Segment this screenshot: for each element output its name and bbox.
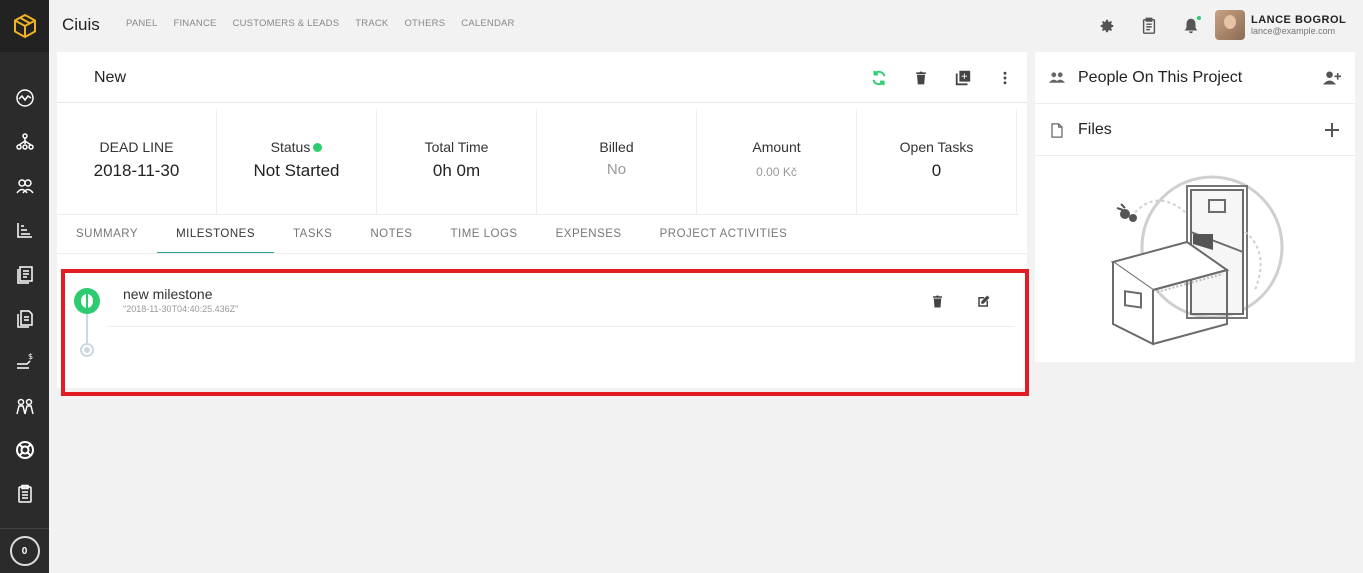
project-title: New [94, 69, 127, 86]
file-icon [1048, 121, 1066, 139]
stat-status: Status Not Started [217, 109, 377, 214]
people-icon [1048, 69, 1066, 87]
tab-notes[interactable]: NOTES [351, 215, 431, 253]
top-actions [1095, 14, 1203, 38]
tab-milestones[interactable]: MILESTONES [157, 215, 274, 253]
nav-expenses[interactable]: $ [0, 340, 49, 384]
project-stats: DEAD LINE 2018-11-30 Status Not Started … [57, 109, 1019, 215]
stat-label: Billed [599, 139, 634, 155]
stat-value: Not Started [253, 161, 340, 180]
nav-organization[interactable] [0, 120, 49, 164]
cube-logo-icon [13, 14, 36, 38]
stat-value: No [606, 161, 627, 178]
top-navigation: PANEL FINANCE CUSTOMERS & LEADS TRACK OT… [126, 18, 515, 29]
notifications-button[interactable] [1179, 14, 1203, 38]
nav-activity[interactable] [0, 76, 49, 120]
topnav-calendar[interactable]: CALENDAR [461, 18, 514, 29]
nav-clipboard[interactable] [0, 472, 49, 516]
more-vertical-icon [1003, 71, 1007, 85]
stat-billed: Billed No [537, 109, 697, 214]
topnav-track[interactable]: TRACK [355, 18, 388, 29]
invoices-icon [16, 266, 33, 284]
stat-label: Total Time [424, 139, 489, 155]
todo-button[interactable] [1137, 14, 1161, 38]
staff-icon [15, 398, 34, 415]
topnav-others[interactable]: OTHERS [404, 18, 445, 29]
stat-label: Amount [752, 139, 801, 155]
nav-documents[interactable] [0, 296, 49, 340]
clipboard-icon [17, 484, 32, 503]
convert-refresh-button[interactable] [867, 66, 891, 90]
tab-tasks[interactable]: TASKS [274, 215, 351, 253]
project-tabs: SUMMARY MILESTONES TASKS NOTES TIME LOGS… [57, 215, 1027, 254]
project-header: New [57, 52, 1027, 103]
brand-name: Ciuis [62, 15, 100, 34]
files-label: Files [1078, 121, 1112, 138]
stat-amount: Amount 0.00 Kč [697, 109, 857, 214]
tab-summary[interactable]: SUMMARY [57, 215, 157, 253]
stat-value: 0h 0m [432, 161, 481, 180]
stat-deadline: DEAD LINE 2018-11-30 [57, 109, 217, 214]
expenses-icon: $ [16, 352, 33, 369]
top-bar: Ciuis PANEL FINANCE CUSTOMERS & LEADS TR… [49, 0, 1363, 52]
status-dot [313, 143, 323, 152]
notification-dot [1197, 16, 1201, 20]
people-section: People On This Project [1035, 52, 1355, 104]
trash-icon [916, 71, 926, 85]
nav-customers[interactable] [0, 164, 49, 208]
stat-label: Status [270, 139, 311, 155]
people-label: People On This Project [1078, 69, 1243, 86]
highlight-box [61, 269, 1029, 396]
tab-expenses[interactable]: EXPENSES [537, 215, 641, 253]
nav-invoices[interactable] [0, 252, 49, 296]
add-person-button[interactable] [1321, 67, 1343, 89]
user-email: lance@example.com [1251, 26, 1336, 36]
refresh-icon [872, 70, 886, 86]
svg-text:$: $ [28, 352, 33, 361]
activity-icon [15, 89, 34, 107]
add-copy-button[interactable] [951, 66, 975, 90]
nav-projects[interactable] [0, 208, 49, 252]
stat-value: 0.00 Kč [756, 165, 797, 179]
plus-icon [1325, 123, 1339, 137]
org-chart-icon [15, 133, 34, 150]
stat-open-tasks: Open Tasks 0 [857, 109, 1017, 214]
app-logo[interactable] [0, 0, 49, 52]
clipboard-list-icon [1142, 17, 1156, 34]
library-add-icon [955, 70, 971, 86]
file-cabinet-illustration-icon [1110, 175, 1284, 346]
add-file-button[interactable] [1321, 119, 1343, 141]
stat-value: 0 [931, 161, 942, 180]
timer-counter[interactable]: 0 [9, 536, 40, 566]
empty-files-illustration [1095, 172, 1295, 352]
settings-button[interactable] [1095, 14, 1119, 38]
tab-time-logs[interactable]: TIME LOGS [431, 215, 536, 253]
gear-icon [1100, 19, 1114, 33]
files-section: Files [1035, 104, 1355, 156]
stat-total-time: Total Time 0h 0m [377, 109, 537, 214]
stat-label: Open Tasks [899, 139, 974, 155]
right-panel: People On This Project Files [1035, 52, 1355, 362]
delete-project-button[interactable] [909, 66, 933, 90]
projects-icon [16, 223, 32, 238]
user-name: LANCE BOGROL [1251, 14, 1347, 26]
customers-icon [15, 179, 34, 194]
sidebar-bottom: 0 [0, 528, 49, 573]
nav-support[interactable] [0, 428, 49, 472]
more-options-button[interactable] [993, 66, 1017, 90]
stat-label: DEAD LINE [99, 139, 174, 155]
topnav-customers-leads[interactable]: CUSTOMERS & LEADS [233, 18, 340, 29]
avatar [1215, 10, 1245, 40]
add-user-icon [1323, 71, 1341, 85]
support-icon [15, 441, 34, 459]
user-menu[interactable]: LANCE BOGROL lance@example.com [1215, 10, 1346, 40]
nav-staff[interactable] [0, 384, 49, 428]
topnav-panel[interactable]: PANEL [126, 18, 157, 29]
stat-value: 2018-11-30 [93, 161, 180, 180]
project-actions [867, 66, 1017, 90]
tab-project-activities[interactable]: PROJECT ACTIVITIES [641, 215, 807, 253]
documents-icon [16, 310, 33, 328]
left-sidebar: $ 0 [0, 0, 49, 573]
topnav-finance[interactable]: FINANCE [173, 18, 216, 29]
